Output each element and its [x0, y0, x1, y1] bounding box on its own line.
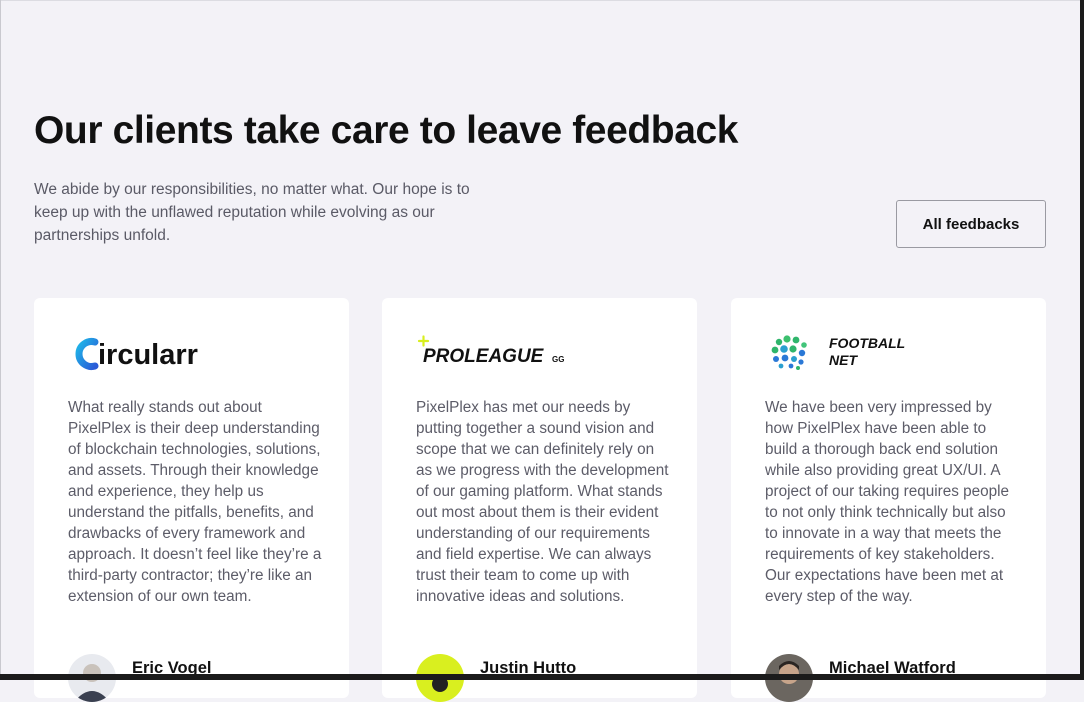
proleague-logo-suffix: GG	[552, 355, 564, 364]
football-net-logo-line1: FOOTBALL	[829, 335, 905, 351]
window-left-border	[0, 0, 1, 680]
feedback-quote: We have been very impressed by how Pixel…	[765, 399, 1010, 605]
circularr-logo-mark	[75, 338, 99, 370]
section-intro: We abide by our responsibilities, no mat…	[34, 181, 470, 244]
section-title: Our clients take care to leave feedback	[34, 109, 739, 152]
window-right-edge	[1080, 0, 1084, 680]
proleague-sparkle-icon	[417, 335, 430, 347]
proleague-logo: PROLEAGUE GG	[417, 335, 564, 367]
circularr-logo: ircularr	[75, 338, 198, 371]
proleague-logo-text: PROLEAGUE	[423, 346, 545, 367]
football-net-logo-line2: NET	[829, 352, 858, 368]
football-net-logo: FOOTBALL NET	[771, 335, 905, 370]
feedback-card-football-net: FOOTBALL NET We have been very impressed…	[731, 298, 1046, 702]
circularr-logo-text: ircularr	[98, 339, 198, 371]
feedback-card-proleague: PROLEAGUE GG PixelPlex has met our needs…	[382, 298, 697, 702]
window-bottom-edge	[0, 674, 1084, 680]
feedback-card-circularr: ircularr What really stands out about Pi…	[34, 298, 349, 702]
football-net-ball-icon	[771, 335, 807, 370]
all-feedbacks-button[interactable]: All feedbacks	[896, 200, 1046, 248]
feedback-quote: What really stands out about PixelPlex i…	[68, 399, 322, 605]
window-top-border	[0, 0, 1084, 1]
feedback-quote: PixelPlex has met our needs by putting t…	[416, 399, 669, 605]
